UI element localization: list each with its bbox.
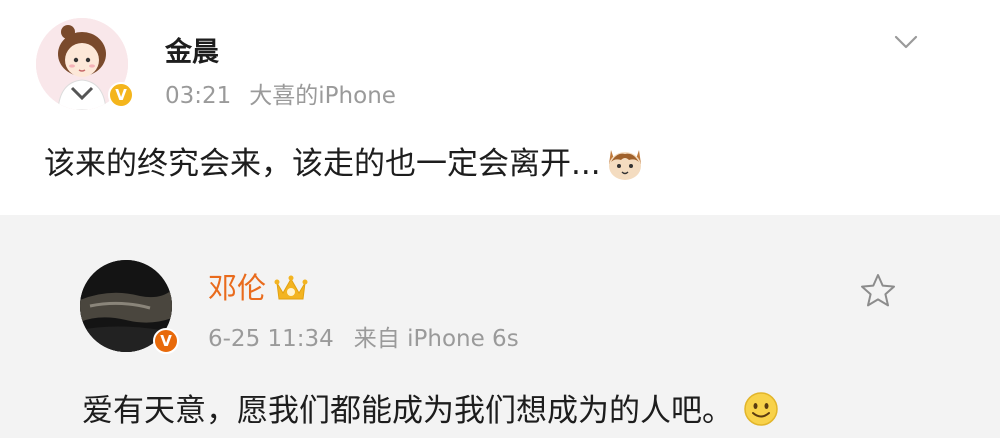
post-source: 大喜的iPhone bbox=[249, 83, 396, 109]
reposted-author-label: 邓伦 bbox=[208, 271, 267, 305]
post-meta: 03:21 大喜的iPhone bbox=[165, 76, 396, 110]
reposted-datetime: 6-25 11:34 bbox=[208, 326, 334, 352]
verified-badge-icon: V bbox=[108, 82, 134, 108]
post-time: 03:21 bbox=[165, 83, 232, 109]
author-name[interactable]: 金晨 bbox=[165, 30, 219, 69]
post-card: V 金晨 03:21 大喜的iPhone 该来的终究会来，该走的也一定会离开... bbox=[0, 0, 1000, 215]
vip-crown-icon bbox=[274, 275, 308, 300]
reposted-card[interactable]: V 邓伦 6-25 11:34 来自 iPhone 6s 爱有天意，愿我们都能成为… bbox=[60, 235, 965, 438]
smile-emoji-icon bbox=[744, 392, 778, 426]
reposted-text: 爱有天意，愿我们都能成为我们想成为的人吧。 bbox=[82, 385, 779, 430]
star-icon[interactable] bbox=[858, 271, 898, 311]
weibo-feed: V 金晨 03:21 大喜的iPhone 该来的终究会来，该走的也一定会离开... bbox=[0, 0, 1000, 438]
post-text: 该来的终究会来，该走的也一定会离开... bbox=[44, 138, 645, 183]
reposted-meta: 6-25 11:34 来自 iPhone 6s bbox=[208, 319, 519, 353]
reposted-source: 来自 iPhone 6s bbox=[353, 326, 519, 352]
verified-badge-icon: V bbox=[153, 328, 179, 354]
reposted-text-content: 爱有天意，愿我们都能成为我们想成为的人吧。 bbox=[82, 393, 733, 429]
post-text-content: 该来的终究会来，该走的也一定会离开... bbox=[44, 146, 601, 182]
cat-face-emoji-icon bbox=[608, 150, 641, 180]
reposted-author-name[interactable]: 邓伦 bbox=[208, 265, 308, 307]
chevron-down-icon[interactable] bbox=[893, 32, 919, 52]
